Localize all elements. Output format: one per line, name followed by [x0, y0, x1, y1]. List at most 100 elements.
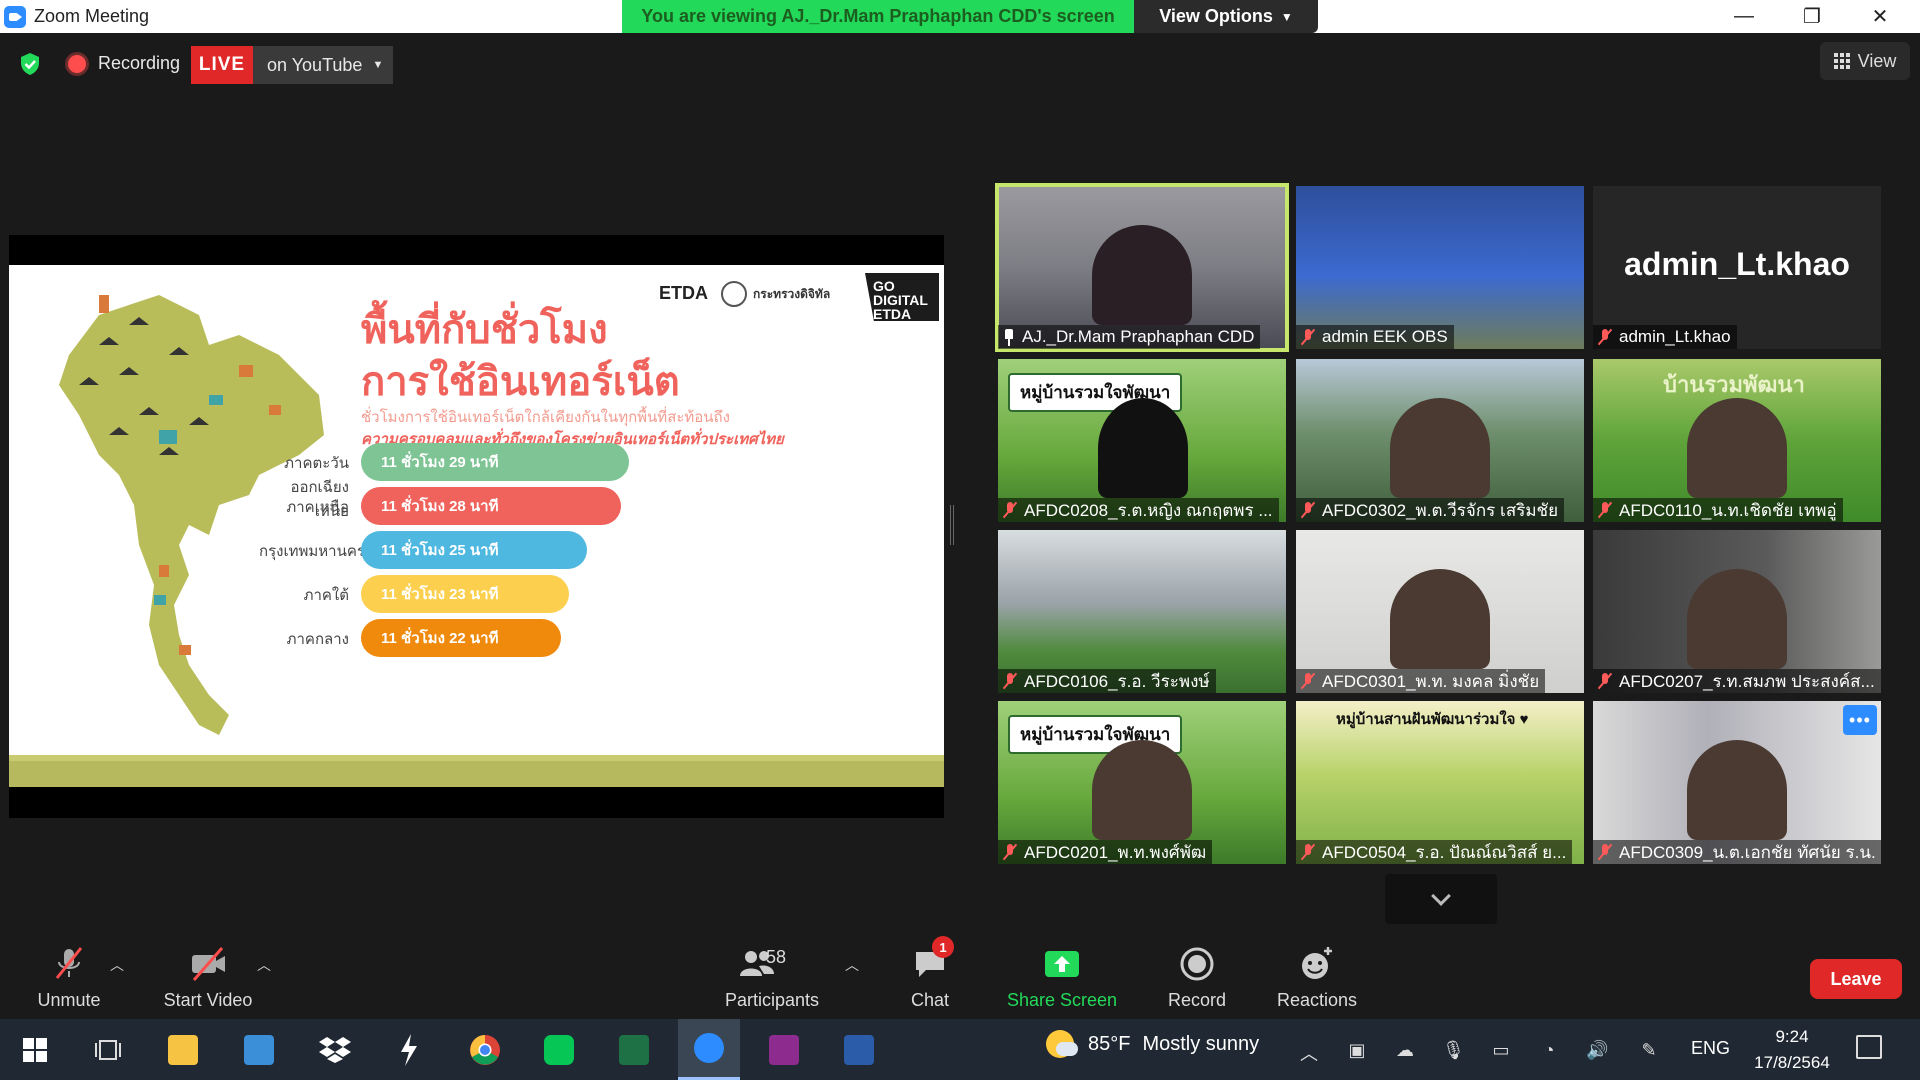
- window-title: Zoom Meeting: [34, 6, 150, 26]
- participants-caret-icon[interactable]: ︿: [842, 955, 862, 975]
- shared-slide: ETDA กระทรวงดิจิทัล GO DIGITAL ETDA พื้น…: [9, 265, 944, 787]
- virtual-background-sign: หมู่บ้านสานฝันพัฒนาร่วมใจ ♥: [1336, 711, 1529, 728]
- taskbar-excel[interactable]: [603, 1019, 665, 1080]
- mic-muted-icon: [1002, 672, 1018, 690]
- participant-silhouette: [1390, 569, 1490, 669]
- participant-video-tile[interactable]: AFDC0301_พ.ท. มงคล มิ่งชัย: [1296, 530, 1584, 693]
- participant-name: AFDC0207_ร.ท.สมภพ ประสงค์ส...: [1619, 671, 1875, 691]
- view-options-button[interactable]: View Options ▼: [1134, 0, 1318, 33]
- onedrive-cloud-icon[interactable]: ☁: [1394, 1040, 1416, 1060]
- taskbar-pdf-app[interactable]: [753, 1019, 815, 1080]
- participants-button[interactable]: 58 Participants: [718, 937, 826, 1019]
- record-button[interactable]: Record: [1160, 937, 1234, 1019]
- chat-unread-badge: 1: [932, 936, 954, 958]
- participant-display-name-large: admin_Lt.khao: [1624, 246, 1850, 282]
- start-video-button[interactable]: Start Video: [158, 937, 258, 1019]
- tile-more-options-button[interactable]: •••: [1843, 705, 1877, 735]
- participant-name: AFDC0309_น.ต.เอกชัย ทัศนัย ร.น.: [1619, 842, 1876, 862]
- participants-label: Participants: [724, 990, 820, 1010]
- participant-video-tile[interactable]: AFDC0207_ร.ท.สมภพ ประสงค์ส...: [1593, 530, 1881, 693]
- windows-logo-icon: [23, 1037, 47, 1062]
- taskbar-zoom[interactable]: [678, 1019, 740, 1080]
- bar-region-label: กรุงเทพมหานคร: [259, 543, 365, 560]
- participant-video-tile[interactable]: หมู่บ้านรวมใจพัฒนา AFDC0208_ร.ต.หญิง ณกฤต…: [998, 359, 1286, 522]
- reactions-button[interactable]: Reactions: [1272, 937, 1362, 1019]
- weather-widget[interactable]: 85°F Mostly sunny: [1046, 1030, 1259, 1058]
- participant-video-tile[interactable]: admin EEK OBS: [1296, 186, 1584, 349]
- participant-video-tile[interactable]: บ้านรวมพัฒนา AFDC0110_น.ท.เชิดชัย เทพอู่: [1593, 359, 1881, 522]
- participant-name: AFDC0106_ร.อ. วีระพงษ์: [1024, 671, 1210, 691]
- taskbar-chrome[interactable]: [454, 1019, 516, 1080]
- bar-value-pill: 11 ชั่วโมง 22 นาที: [361, 619, 561, 657]
- minimize-button[interactable]: —: [1710, 0, 1778, 33]
- meeting-toolbar: Unmute ︿ Start Video ︿ 58 Participants ︿…: [0, 936, 1920, 1019]
- record-icon: [1180, 947, 1214, 981]
- taskbar-word[interactable]: [828, 1019, 890, 1080]
- microphone-tray-icon[interactable]: 🎙: [1442, 1040, 1465, 1060]
- chat-label: Chat: [910, 990, 950, 1010]
- mic-muted-icon: [1300, 501, 1316, 519]
- view-label: View: [1857, 50, 1897, 71]
- participant-video-tile[interactable]: AJ._Dr.Mam Praphaphan CDD: [995, 183, 1289, 352]
- participant-name: AFDC0301_พ.ท. มงคล มิ่งชัย: [1322, 671, 1540, 691]
- wifi-icon[interactable]: ◔: [1538, 1040, 1560, 1060]
- chat-button[interactable]: 1 Chat: [902, 936, 958, 1019]
- meet-now-icon[interactable]: ▣: [1346, 1040, 1368, 1060]
- taskbar-line[interactable]: [528, 1019, 590, 1080]
- share-screen-button[interactable]: Share Screen: [1004, 937, 1120, 1019]
- bar-value-pill: 11 ชั่วโมง 28 นาที: [361, 487, 621, 525]
- participant-name-label: AFDC0201_พ.ท.พงศ์พัฒ: [998, 840, 1213, 864]
- pen-icon[interactable]: ✎: [1638, 1040, 1660, 1060]
- smiley-plus-icon: [1302, 947, 1332, 979]
- audio-options-caret-icon[interactable]: ︿: [107, 955, 127, 975]
- view-layout-button[interactable]: View: [1820, 42, 1910, 80]
- language-indicator[interactable]: ENG: [1691, 1038, 1730, 1059]
- spotlight-pin-icon: [1002, 328, 1016, 346]
- task-view-button[interactable]: [77, 1019, 139, 1080]
- split-resize-handle[interactable]: [950, 505, 954, 545]
- live-stream-menu[interactable]: on YouTube ▼: [253, 46, 393, 84]
- weather-temp: 85°F: [1088, 1032, 1131, 1055]
- volume-icon[interactable]: 🔊: [1586, 1040, 1608, 1060]
- mdes-seal-icon: [721, 281, 747, 307]
- participant-silhouette: [1098, 398, 1188, 498]
- video-off-icon: [192, 947, 225, 981]
- taskbar-clock[interactable]: 9:24 17/8/2564: [1752, 1024, 1832, 1076]
- share-screen-label: Share Screen: [1006, 990, 1118, 1010]
- taskbar-app-s[interactable]: [378, 1019, 440, 1080]
- taskbar-file-explorer[interactable]: [152, 1019, 214, 1080]
- clock-date: 17/8/2564: [1754, 1053, 1830, 1072]
- mic-muted-icon: [55, 947, 83, 979]
- weather-text: Mostly sunny: [1142, 1032, 1260, 1055]
- taskbar-dropbox[interactable]: [304, 1019, 366, 1080]
- chevron-down-icon: [1431, 886, 1451, 906]
- participant-name: AJ._Dr.Mam Praphaphan CDD: [1022, 327, 1255, 346]
- chat-icon: 1: [910, 936, 954, 984]
- record-label: Record: [1167, 990, 1227, 1010]
- start-button[interactable]: [4, 1019, 66, 1080]
- participant-video-tile[interactable]: หมู่บ้านรวมใจพัฒนา AFDC0201_พ.ท.พงศ์พัฒ: [998, 701, 1286, 864]
- encryption-shield-icon[interactable]: [18, 52, 42, 76]
- slide-heading-2: การใช้อินเทอร์เน็ต: [361, 360, 680, 404]
- unmute-button[interactable]: Unmute: [28, 937, 110, 1019]
- notifications-icon[interactable]: [1856, 1035, 1882, 1059]
- next-page-button[interactable]: [1385, 874, 1497, 924]
- participants-count: 58: [766, 947, 787, 967]
- taskbar-mail[interactable]: [228, 1019, 290, 1080]
- bar-region-label: ภาคเหนือ: [286, 499, 349, 516]
- participant-video-tile[interactable]: ••• AFDC0309_น.ต.เอกชัย ทัศนัย ร.น.: [1593, 701, 1881, 864]
- participant-video-tile[interactable]: AFDC0106_ร.อ. วีระพงษ์: [998, 530, 1286, 693]
- show-hidden-icons-chevron-icon[interactable]: ︿: [1298, 1040, 1320, 1064]
- maximize-button[interactable]: ❐: [1778, 0, 1846, 33]
- participant-video-tile[interactable]: AFDC0302_พ.ต.วีรจักร เสริมชัย: [1296, 359, 1584, 522]
- battery-icon[interactable]: ▭: [1490, 1040, 1512, 1060]
- participant-name: AFDC0302_พ.ต.วีรจักร เสริมชัย: [1322, 500, 1559, 520]
- leave-button[interactable]: Leave: [1810, 959, 1902, 999]
- video-options-caret-icon[interactable]: ︿: [254, 955, 274, 975]
- participant-video-tile[interactable]: หมู่บ้านสานฝันพัฒนาร่วมใจ ♥ AFDC0504_ร.อ.…: [1296, 701, 1584, 864]
- task-view-icon: [95, 1039, 121, 1060]
- participant-video-tile[interactable]: admin_Lt.khao admin_Lt.khao: [1593, 186, 1881, 349]
- caret-down-icon: ▼: [372, 59, 384, 71]
- recording-label[interactable]: Recording: [98, 53, 180, 74]
- close-button[interactable]: ✕: [1846, 0, 1914, 33]
